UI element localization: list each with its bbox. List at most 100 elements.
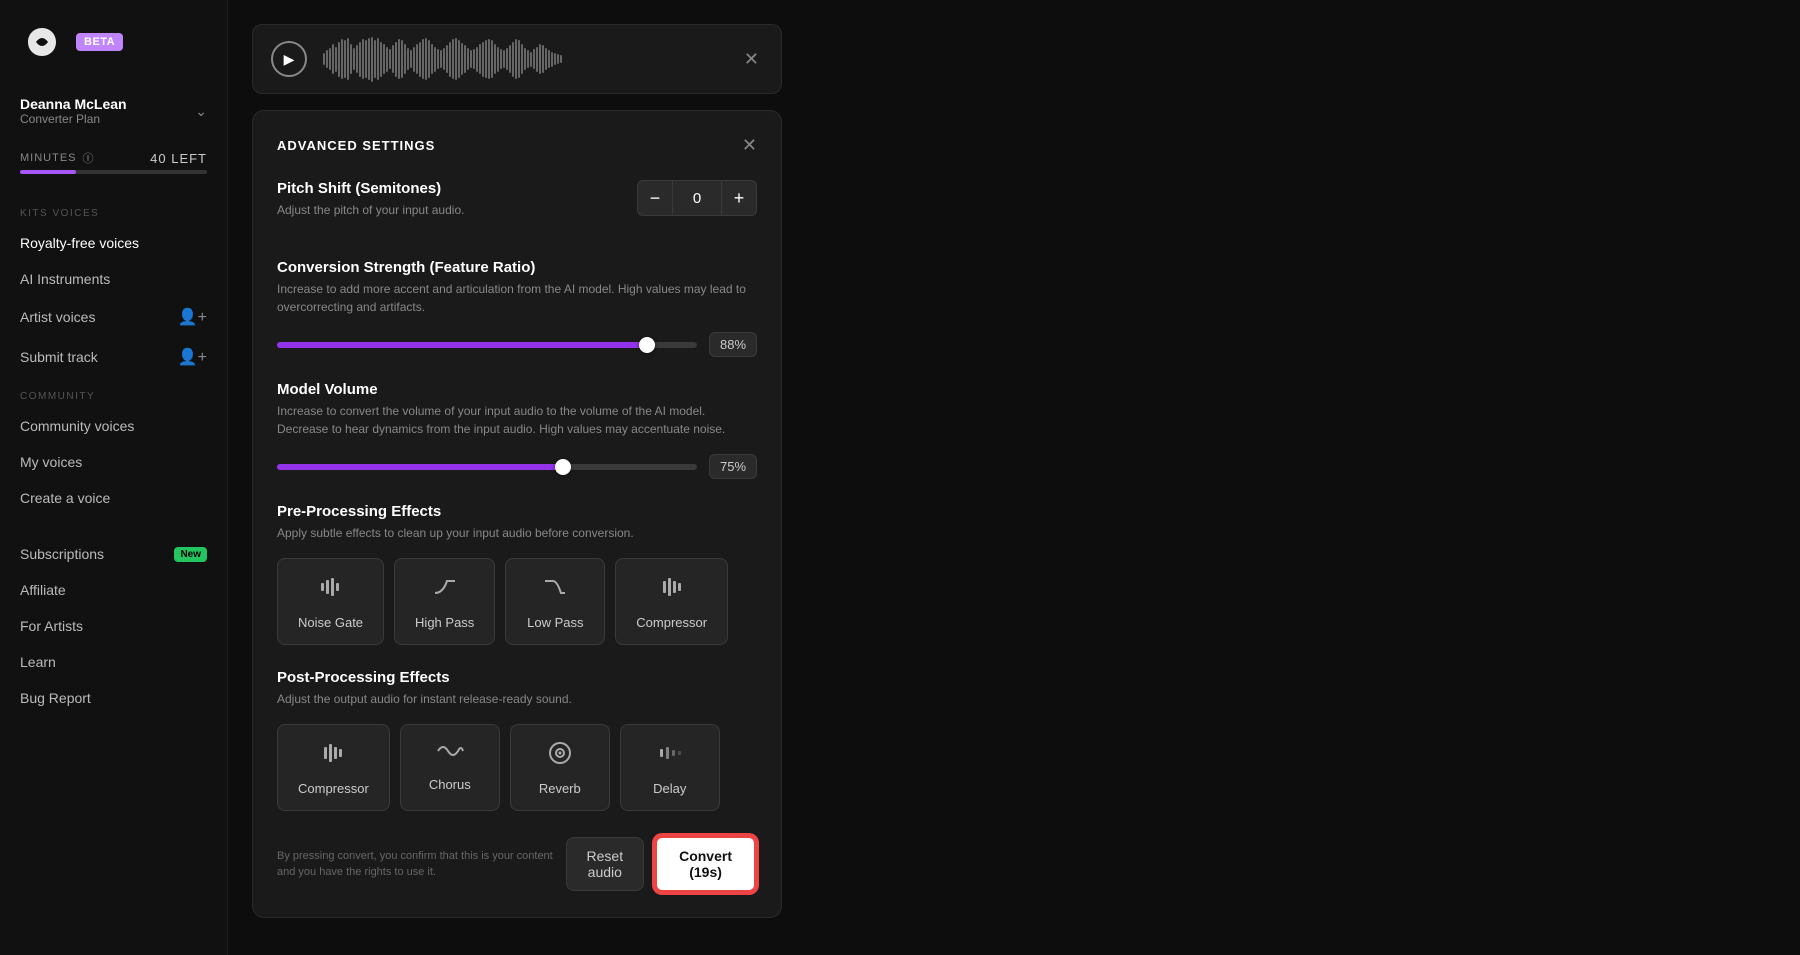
pre-processing-desc: Apply subtle effects to clean up your in…	[277, 524, 757, 542]
delay-label: Delay	[653, 781, 686, 796]
sidebar: BETA Deanna McLean Converter Plan ⌄ MINU…	[0, 0, 228, 955]
chorus-button[interactable]: Chorus	[400, 724, 500, 811]
compressor-post-label: Compressor	[298, 781, 369, 796]
sidebar-item-label: Subscriptions	[20, 546, 104, 562]
user-plan: Converter Plan	[20, 112, 127, 126]
misc-section-label	[0, 516, 227, 536]
sidebar-item-label: Learn	[20, 654, 56, 670]
noise-gate-label: Noise Gate	[298, 615, 363, 630]
reverb-button[interactable]: Reverb	[510, 724, 610, 811]
minutes-section: MINUTES ⓘ 40 left	[0, 138, 227, 194]
high-pass-icon	[431, 573, 459, 607]
sidebar-item-artist-voices[interactable]: Artist voices 👤+	[0, 297, 227, 337]
slider-fill-2	[277, 464, 563, 470]
compressor-pre-label: Compressor	[636, 615, 707, 630]
pitch-shift-desc: Adjust the pitch of your input audio.	[277, 201, 464, 219]
play-icon: ▶	[284, 51, 295, 68]
sidebar-item-create-a-voice[interactable]: Create a voice	[0, 480, 227, 516]
pitch-plus-button[interactable]: +	[721, 180, 757, 216]
user-name: Deanna McLean	[20, 96, 127, 112]
sidebar-item-label: Royalty-free voices	[20, 235, 139, 251]
delay-icon	[656, 739, 684, 773]
sidebar-item-label: AI Instruments	[20, 271, 110, 287]
post-processing-desc: Adjust the output audio for instant rele…	[277, 690, 757, 708]
slider-track	[277, 342, 697, 348]
panel-close-button[interactable]: ✕	[742, 135, 757, 156]
advanced-settings-panel: ADVANCED SETTINGS ✕ Pitch Shift (Semiton…	[252, 110, 782, 918]
post-processing-effects: Compressor Chorus	[277, 724, 757, 811]
slider-thumb-2[interactable]	[555, 459, 571, 475]
compressor-post-button[interactable]: Compressor	[277, 724, 390, 811]
info-icon: ⓘ	[83, 150, 95, 166]
post-processing-section: Post-Processing Effects Adjust the outpu…	[277, 669, 757, 811]
user-menu[interactable]: Deanna McLean Converter Plan ⌄	[0, 84, 227, 138]
sidebar-item-label: Submit track	[20, 349, 98, 365]
sidebar-item-royalty-free-voices[interactable]: Royalty-free voices	[0, 225, 227, 261]
conversion-strength-slider-container: 88%	[277, 332, 757, 357]
sidebar-item-bug-report[interactable]: Bug Report	[0, 680, 227, 716]
post-processing-title: Post-Processing Effects	[277, 669, 757, 686]
close-icon: ✕	[742, 135, 757, 155]
convert-button[interactable]: Convert (19s)	[654, 835, 757, 893]
reverb-label: Reverb	[539, 781, 581, 796]
model-volume-slider-container: 75%	[277, 454, 757, 479]
pre-processing-effects: Noise Gate High Pass	[277, 558, 757, 645]
chorus-icon	[436, 739, 464, 769]
model-volume-value: 75%	[709, 454, 757, 479]
minutes-label: MINUTES ⓘ 40 left	[20, 150, 207, 166]
add-person-icon: 👤+	[178, 307, 207, 327]
compressor-pre-button[interactable]: Compressor	[615, 558, 728, 645]
sidebar-item-label: For Artists	[20, 618, 83, 634]
close-audio-button[interactable]: ✕	[740, 45, 763, 74]
add-person-icon-2: 👤+	[178, 347, 207, 367]
high-pass-label: High Pass	[415, 615, 474, 630]
low-pass-button[interactable]: Low Pass	[505, 558, 605, 645]
sidebar-item-my-voices[interactable]: My voices	[0, 444, 227, 480]
model-volume-title: Model Volume	[277, 381, 757, 398]
conversion-strength-value: 88%	[709, 332, 757, 357]
footer-buttons: Reset audio Convert (19s)	[566, 835, 757, 893]
sidebar-item-subscriptions[interactable]: Subscriptions New	[0, 536, 227, 572]
conversion-strength-desc: Increase to add more accent and articula…	[277, 280, 757, 316]
minutes-bar-fill	[20, 170, 76, 174]
audio-player: ▶ ✕	[252, 24, 782, 94]
plus-icon: +	[734, 188, 745, 209]
high-pass-button[interactable]: High Pass	[394, 558, 495, 645]
sidebar-item-label: Artist voices	[20, 309, 95, 325]
low-pass-icon	[541, 573, 569, 607]
sidebar-item-learn[interactable]: Learn	[0, 644, 227, 680]
panel-footer: By pressing convert, you confirm that th…	[277, 835, 757, 893]
waveform-display	[323, 39, 724, 79]
sidebar-item-community-voices[interactable]: Community voices	[0, 408, 227, 444]
conversion-strength-slider[interactable]	[277, 342, 697, 348]
conversion-strength-title: Conversion Strength (Feature Ratio)	[277, 259, 757, 276]
pitch-control: − 0 +	[637, 180, 757, 216]
logo-area: BETA	[0, 20, 227, 84]
app-logo	[20, 20, 64, 64]
sidebar-item-for-artists[interactable]: For Artists	[0, 608, 227, 644]
compressor-pre-icon	[658, 573, 686, 607]
community-label: COMMUNITY	[0, 377, 227, 408]
delay-button[interactable]: Delay	[620, 724, 720, 811]
model-volume-slider[interactable]	[277, 464, 697, 470]
slider-fill	[277, 342, 647, 348]
play-button[interactable]: ▶	[271, 41, 307, 77]
beta-badge: BETA	[76, 33, 123, 51]
sidebar-item-label: Community voices	[20, 418, 134, 434]
slider-track-2	[277, 464, 697, 470]
model-volume-section: Model Volume Increase to convert the vol…	[277, 381, 757, 479]
sidebar-item-submit-track[interactable]: Submit track 👤+	[0, 337, 227, 377]
compressor-post-icon	[319, 739, 347, 773]
low-pass-label: Low Pass	[527, 615, 583, 630]
pitch-minus-button[interactable]: −	[637, 180, 673, 216]
pre-processing-section: Pre-Processing Effects Apply subtle effe…	[277, 503, 757, 645]
noise-gate-button[interactable]: Noise Gate	[277, 558, 384, 645]
reset-audio-button[interactable]: Reset audio	[566, 837, 645, 891]
minus-icon: −	[650, 188, 661, 209]
noise-gate-icon	[317, 573, 345, 607]
sidebar-item-ai-instruments[interactable]: AI Instruments	[0, 261, 227, 297]
pitch-shift-section: Pitch Shift (Semitones) Adjust the pitch…	[277, 180, 757, 235]
sidebar-item-affiliate[interactable]: Affiliate	[0, 572, 227, 608]
model-volume-desc: Increase to convert the volume of your i…	[277, 402, 757, 438]
slider-thumb[interactable]	[639, 337, 655, 353]
